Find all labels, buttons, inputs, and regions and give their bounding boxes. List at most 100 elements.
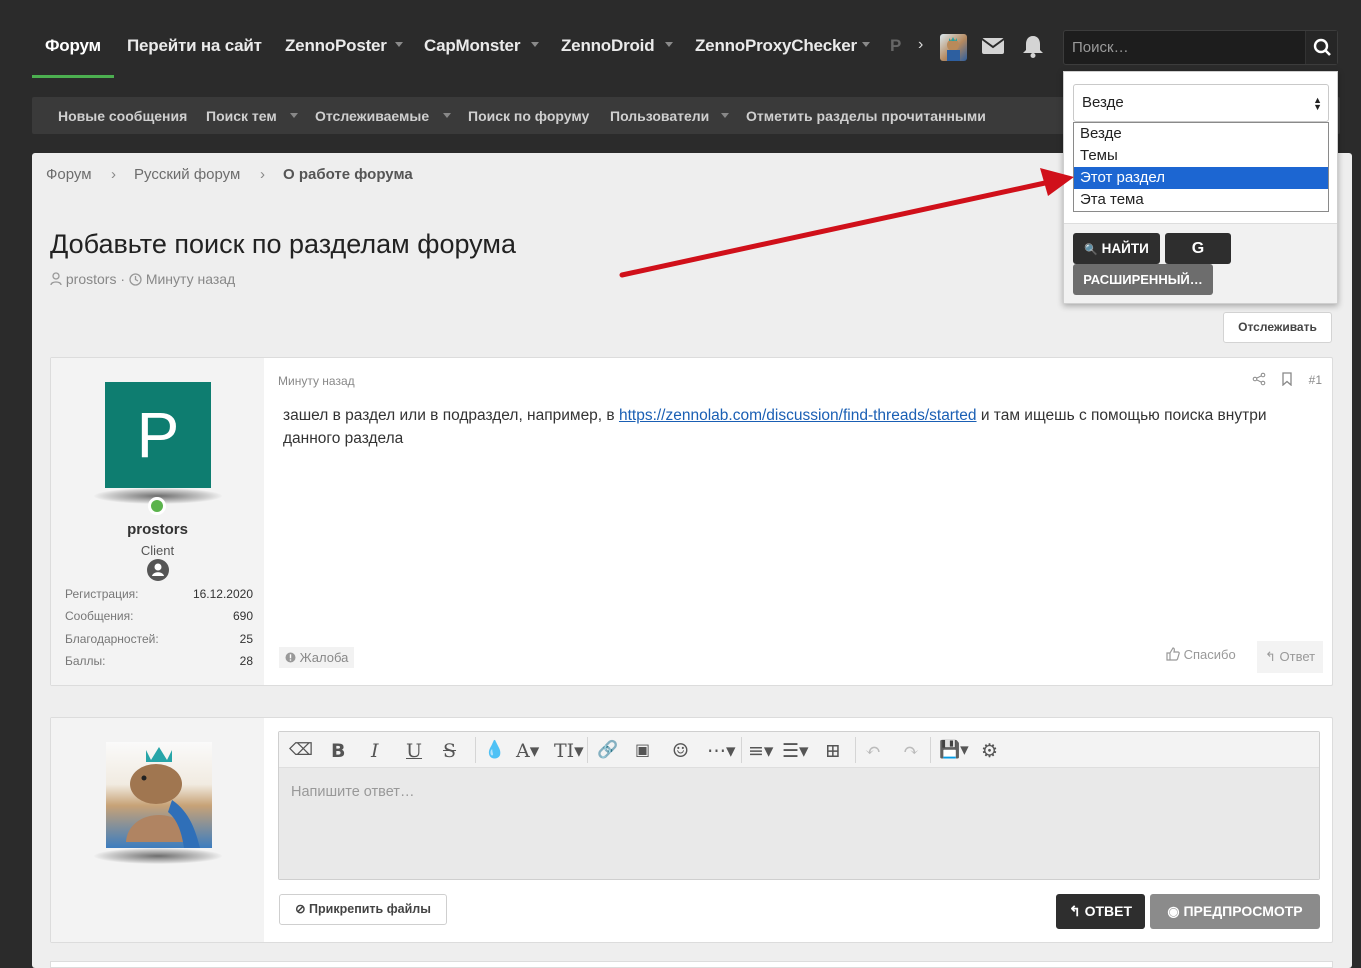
avatar-shadow (94, 848, 222, 864)
stat-label: Баллы: (65, 654, 106, 668)
thumbs-up-icon (1166, 647, 1180, 661)
table-icon[interactable]: ⊞ (825, 740, 841, 762)
stat-thanks: Благодарностей: 25 (65, 632, 253, 648)
post-body: зашел в раздел или в подраздел, например… (283, 404, 1323, 450)
google-search-button[interactable]: G (1165, 233, 1231, 264)
smiley-icon[interactable]: ☺ (672, 740, 689, 762)
submit-reply-button[interactable]: ↰ ОТВЕТ (1056, 894, 1145, 929)
user-avatar[interactable] (940, 34, 967, 61)
preview-button[interactable]: ◉ ПРЕДПРОСМОТР (1150, 894, 1320, 929)
subnav-members[interactable]: Пользователи (610, 108, 709, 124)
redo-icon[interactable]: ↷ (903, 740, 919, 762)
italic-icon[interactable]: I (371, 740, 379, 762)
reply-user-panel (51, 718, 264, 942)
rich-text-editor: ⌫ B I U S 💧 A▾ TI▾ 🔗 ▣ ☺ ⋯▾ ≡▾ ☰▾ ⊞ ↶ ↷ … (278, 731, 1320, 880)
search-scope-select[interactable]: Везде ▲ ▼ (1073, 84, 1329, 122)
nav-zennoposter[interactable]: ZennoPoster (285, 36, 387, 56)
toolbar-divider (741, 737, 742, 763)
share-icon[interactable] (1252, 372, 1266, 386)
list-icon[interactable]: ☰▾ (782, 740, 809, 762)
subnav-search-forum[interactable]: Поиск по форуму (468, 108, 589, 124)
nav-go-to-site[interactable]: Перейти на сайт (127, 36, 262, 56)
scope-option-everywhere[interactable]: Везде (1074, 123, 1328, 145)
preview-label: ПРЕДПРОСМОТР (1183, 903, 1303, 919)
reply-arrow-icon: ↰ (1265, 649, 1276, 664)
breadcrumb-current[interactable]: О работе форума (283, 166, 413, 183)
post-text: зашел в раздел или в подраздел, например… (283, 407, 619, 424)
link-icon[interactable]: 🔗 (597, 740, 618, 760)
bell-icon[interactable] (1022, 34, 1044, 63)
undo-icon[interactable]: ↶ (865, 740, 881, 762)
nav-more-chevron-icon[interactable]: › (918, 36, 923, 54)
nav-forum[interactable]: Форум (45, 36, 101, 56)
reply-textarea[interactable] (279, 768, 1319, 879)
envelope-icon[interactable] (981, 37, 1005, 60)
nav-overflow-item[interactable]: Р (890, 36, 901, 56)
subnav-find-threads[interactable]: Поиск тем (206, 108, 277, 124)
post-link[interactable]: https://zennolab.com/discussion/find-thr… (619, 407, 977, 424)
attach-files-button[interactable]: ⊘ Прикрепить файлы (279, 894, 447, 925)
stat-messages: Сообщения: 690 (65, 609, 253, 625)
breadcrumb-separator: › (260, 166, 265, 183)
stat-label: Регистрация: (65, 587, 139, 601)
nav-zennodroid[interactable]: ZennoDroid (561, 36, 655, 56)
strikethrough-icon[interactable]: S (443, 740, 456, 762)
search-button[interactable] (1305, 31, 1337, 64)
username[interactable]: prostors (51, 521, 264, 538)
nav-capmonster[interactable]: CapMonster (424, 36, 520, 56)
font-family-icon[interactable]: A▾ (516, 740, 539, 762)
warning-icon (285, 652, 296, 663)
advanced-search-button[interactable]: РАСШИРЕННЫЙ… (1073, 264, 1213, 295)
user-icon (50, 272, 62, 286)
chevron-down-icon[interactable] (395, 42, 403, 47)
color-drop-icon[interactable]: 💧 (484, 740, 505, 760)
breadcrumb-forum[interactable]: Форум (46, 166, 92, 183)
chevron-down-icon[interactable] (665, 42, 673, 47)
post: P prostors Client Регистрация: 16.12.202… (50, 357, 1333, 686)
bookmark-icon[interactable] (1281, 372, 1293, 387)
underline-icon[interactable]: U (406, 740, 422, 762)
search-submit-button[interactable]: 🔍 НАЙТИ (1073, 233, 1160, 264)
search-dropdown: Везде ▲ ▼ Везде Темы Этот раздел Эта тема… (1063, 71, 1338, 304)
thread-author[interactable]: prostors (66, 271, 117, 287)
draft-save-icon[interactable]: 💾▾ (939, 740, 969, 760)
search-icon (1313, 38, 1331, 56)
report-button[interactable]: Жалоба (279, 647, 355, 668)
chevron-down-icon[interactable] (443, 113, 451, 118)
thread-time[interactable]: Минуту назад (146, 271, 235, 287)
thanks-label: Спасибо (1183, 647, 1236, 662)
avatar[interactable]: P (105, 382, 211, 488)
font-size-icon[interactable]: TI▾ (554, 740, 584, 762)
current-user-avatar[interactable] (106, 742, 212, 848)
breadcrumb-russian-forum[interactable]: Русский форум (134, 166, 240, 183)
chevron-down-icon[interactable] (862, 42, 870, 47)
subnav-new-posts[interactable]: Новые сообщения (58, 108, 187, 124)
subnav-watched[interactable]: Отслеживаемые (315, 108, 429, 124)
stat-value: 28 (239, 654, 253, 668)
watch-button[interactable]: Отслеживать (1223, 312, 1332, 343)
scope-option-this-thread[interactable]: Эта тема (1074, 189, 1328, 211)
active-tab-indicator (32, 75, 114, 78)
user-badge-icon (147, 559, 169, 581)
stat-value: 690 (232, 609, 253, 623)
reply-button[interactable]: ↰ Ответ (1257, 641, 1324, 673)
chevron-down-icon[interactable] (721, 113, 729, 118)
settings-gear-icon[interactable]: ⚙ (981, 740, 998, 762)
bold-icon[interactable]: B (331, 740, 345, 762)
chevron-down-icon[interactable] (531, 42, 539, 47)
more-insert-icon[interactable]: ⋯▾ (707, 740, 736, 762)
search-input[interactable] (1064, 31, 1304, 64)
align-icon[interactable]: ≡▾ (748, 740, 773, 762)
subnav-mark-read[interactable]: Отметить разделы прочитанными (746, 108, 986, 124)
toolbar-divider (475, 737, 476, 763)
image-icon[interactable]: ▣ (635, 740, 650, 759)
post-time[interactable]: Минуту назад (278, 374, 355, 388)
nav-zennoproxychecker[interactable]: ZennoProxyChecker (695, 36, 857, 56)
find-label: НАЙТИ (1101, 241, 1149, 256)
post-number[interactable]: #1 (1309, 373, 1322, 387)
scope-option-this-forum[interactable]: Этот раздел (1074, 167, 1328, 189)
eraser-icon[interactable]: ⌫ (289, 740, 313, 760)
scope-option-threads[interactable]: Темы (1074, 145, 1328, 167)
chevron-down-icon[interactable] (290, 113, 298, 118)
thanks-button[interactable]: Спасибо (1166, 647, 1236, 662)
